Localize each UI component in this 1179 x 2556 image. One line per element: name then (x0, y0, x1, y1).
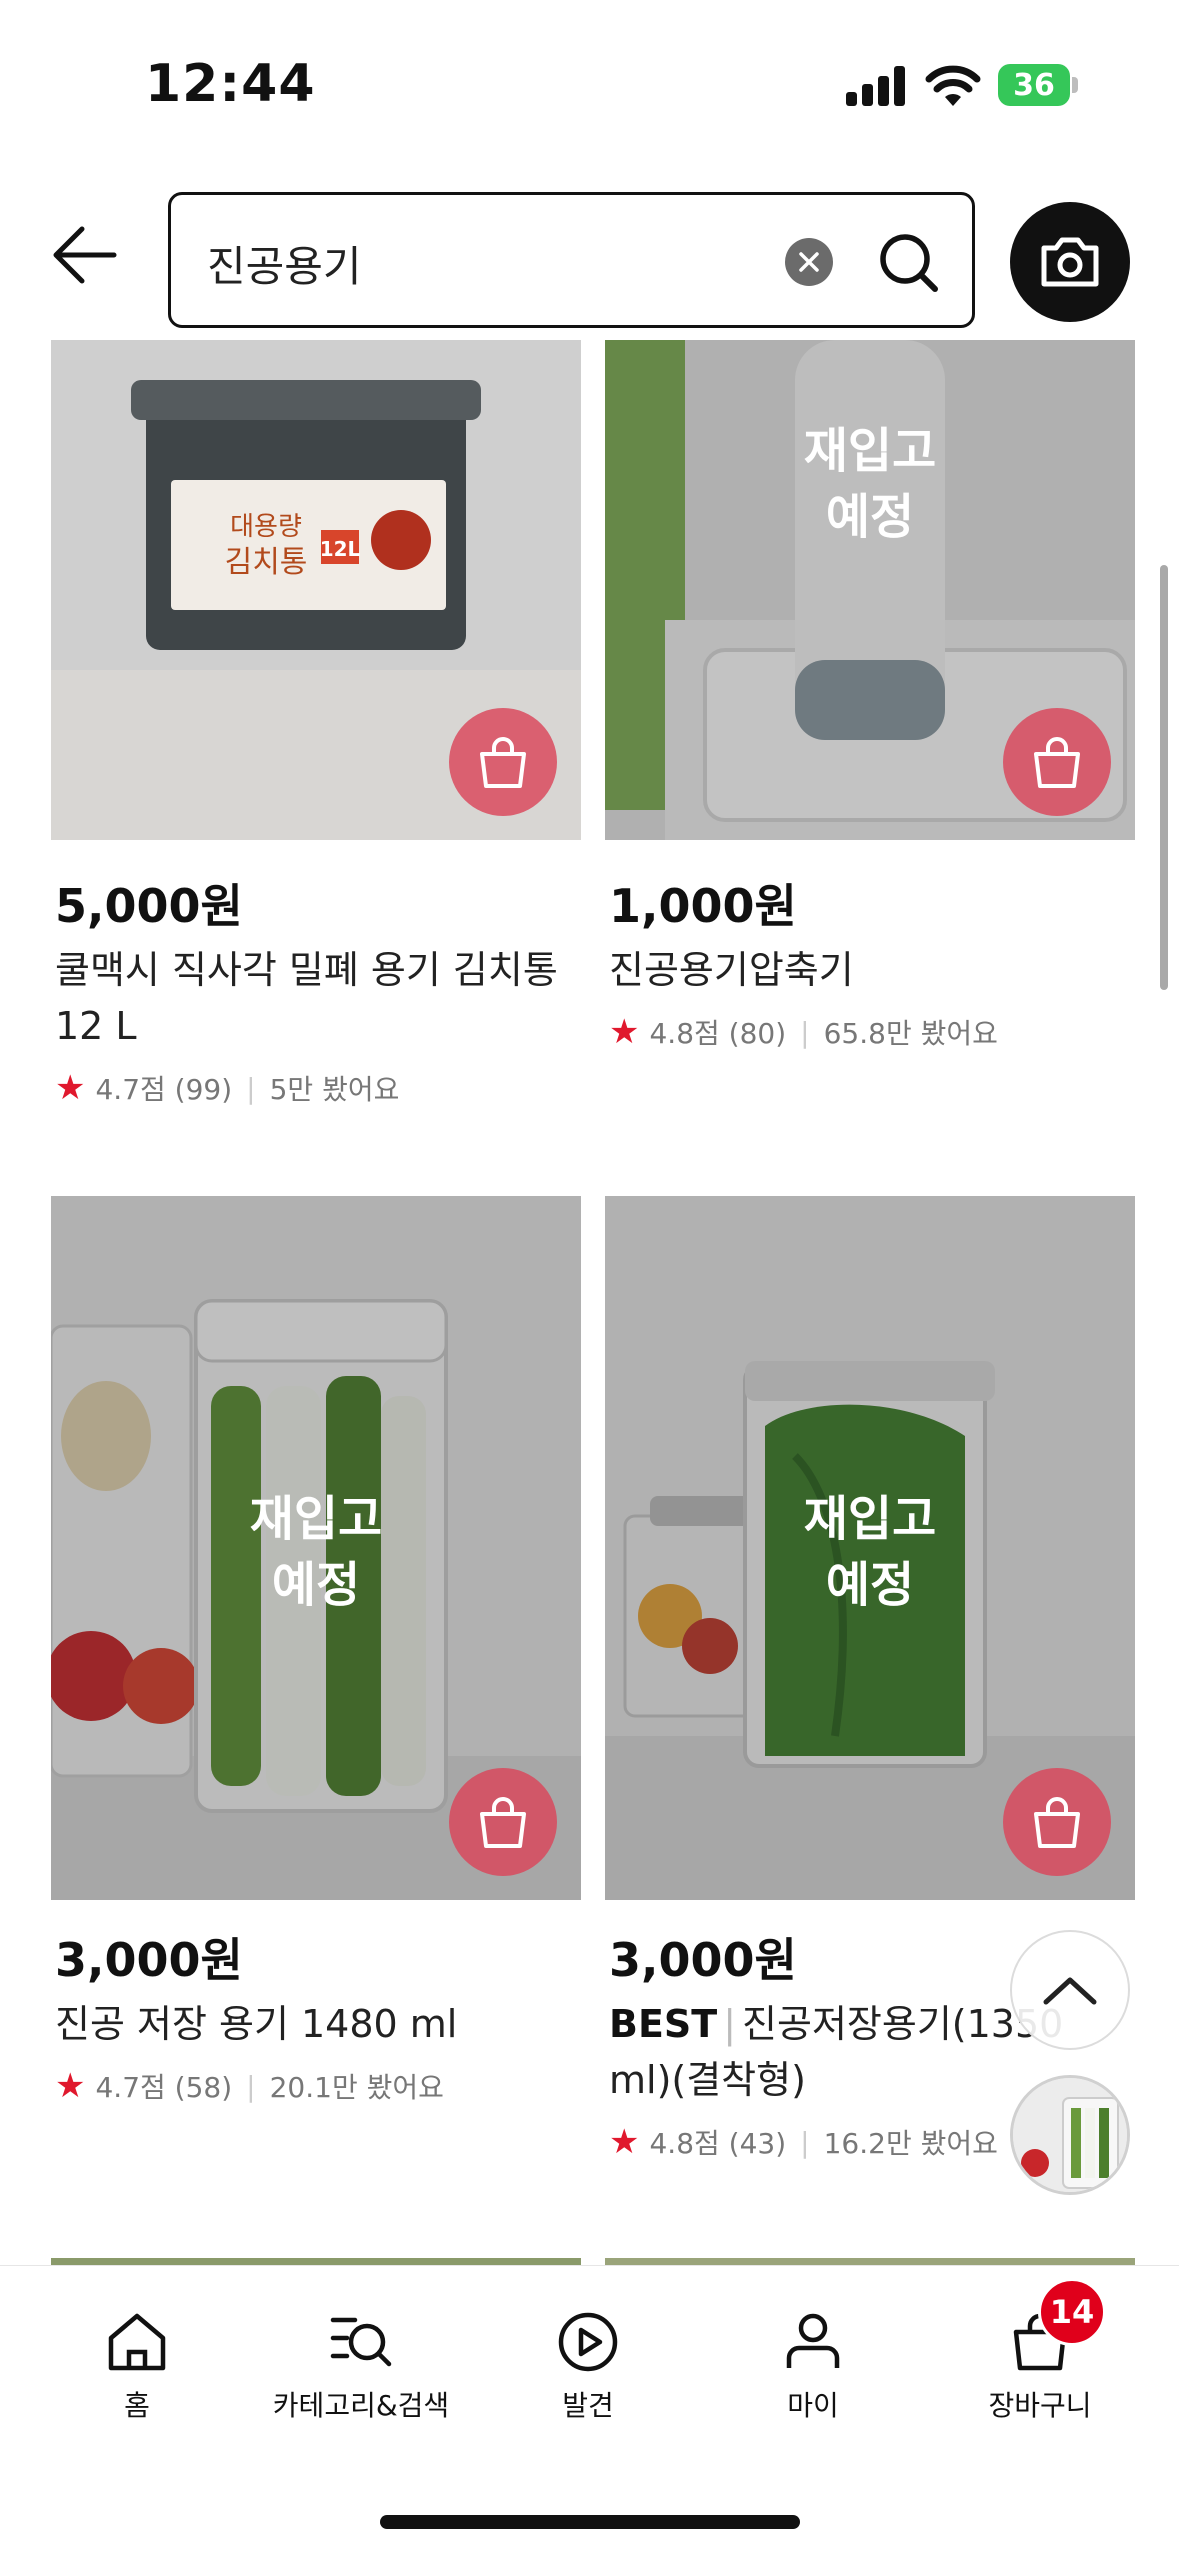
product-image[interactable]: 재입고 예정 (605, 340, 1135, 840)
status-bar: 12:44 36 (0, 0, 1179, 170)
battery-icon: 36 (998, 64, 1078, 106)
star-icon: ★ (609, 1012, 640, 1052)
nav-label: 홈 (124, 2389, 150, 2422)
star-icon: ★ (609, 2122, 640, 2162)
person-icon (786, 2313, 840, 2368)
product-views: 65.8만 봤어요 (823, 1017, 998, 1050)
product-views: 16.2만 봤어요 (823, 2127, 998, 2160)
product-rating: 4.8점 (80) (649, 1017, 787, 1050)
best-badge: BEST (609, 2002, 718, 2046)
arrow-left-icon (53, 226, 117, 284)
scrollbar[interactable] (1160, 565, 1168, 990)
product-image[interactable]: 대용량 김치통 12L (51, 340, 581, 840)
nav-label: 마이 (787, 2389, 839, 2422)
star-icon: ★ (55, 2066, 86, 2106)
product-price: 3,000원 (609, 1933, 797, 1987)
product-card[interactable]: 재입고 예정 3,000원 진공 저장 용기 1480 ml ★ 4.7점 (5… (51, 1196, 581, 2106)
product-meta: ★ 4.8점 (80) | 65.8만 봤어요 (609, 1012, 998, 1052)
search-icon (880, 234, 938, 292)
shopping-bag-icon (1034, 1797, 1080, 1848)
product-rating: 4.7점 (58) (95, 2071, 233, 2104)
nav-my[interactable]: 마이 (703, 2306, 923, 2424)
clear-search-button[interactable] (785, 238, 833, 286)
product-image[interactable]: 재입고 예정 (605, 1196, 1135, 1900)
search-input[interactable]: 진공용기 (168, 192, 975, 328)
bottom-navigation: 홈 카테고리&검색 발견 마이 장바구니 (0, 2265, 1179, 2556)
product-meta: ★ 4.7점 (58) | 20.1만 봤어요 (55, 2066, 444, 2106)
product-price: 3,000원 (55, 1933, 243, 1987)
recent-viewed-thumbnail[interactable] (1010, 2075, 1130, 2195)
product-views: 20.1만 봤어요 (269, 2071, 444, 2104)
cellular-signal-icon (846, 66, 906, 106)
nav-home[interactable]: 홈 (27, 2306, 247, 2424)
home-icon (108, 2313, 166, 2371)
product-rating: 4.8점 (43) (649, 2127, 787, 2160)
category-search-icon (330, 2317, 392, 2367)
product-price: 1,000원 (609, 879, 797, 933)
star-icon: ★ (55, 1068, 86, 1108)
product-meta: ★ 4.7점 (99) | 5만 봤어요 (55, 1068, 399, 1108)
cart-count-badge: 14 (1038, 2278, 1106, 2346)
scroll-to-top-button[interactable] (1010, 1930, 1130, 2050)
back-button[interactable] (40, 215, 130, 295)
chevron-up-icon (1043, 1977, 1097, 2005)
status-time: 12:44 (145, 54, 316, 114)
recent-product-image (1013, 2078, 1127, 2192)
camera-search-button[interactable] (1010, 202, 1130, 322)
restock-label: 재입고 예정 (249, 1491, 383, 1613)
add-to-cart-button[interactable] (449, 1768, 557, 1876)
divider: | (800, 2125, 810, 2159)
add-to-cart-button[interactable] (1003, 708, 1111, 816)
product-name[interactable]: 진공용기압축기 (609, 942, 1169, 998)
battery-level: 36 (998, 64, 1070, 106)
add-to-cart-button[interactable] (1003, 1768, 1111, 1876)
product-name[interactable]: 진공 저장 용기 1480 ml (55, 1996, 615, 2052)
kimchi-label-size: 12L (320, 537, 361, 561)
shopping-bag-icon (480, 1797, 526, 1848)
divider: | (246, 1071, 256, 1105)
search-query-text[interactable]: 진공용기 (207, 233, 362, 294)
nav-label: 발견 (562, 2389, 614, 2422)
nav-discover[interactable]: 발견 (478, 2306, 698, 2424)
nav-label: 카테고리&검색 (272, 2389, 450, 2422)
restock-label: 재입고 예정 (803, 423, 937, 545)
divider: | (800, 1015, 810, 1049)
product-name[interactable]: 쿨맥시 직사각 밀폐 용기 김치통 12 L (55, 942, 615, 1054)
divider: | (246, 2069, 256, 2103)
product-card[interactable]: 재입고 예정 1,000원 진공용기압축기 ★ 4.8점 (80) | 65.8… (605, 340, 1135, 1130)
add-to-cart-button[interactable] (449, 708, 557, 816)
camera-icon (1041, 237, 1099, 287)
home-indicator[interactable] (380, 2515, 800, 2529)
divider: | (723, 2002, 737, 2046)
product-rating: 4.7점 (99) (95, 1073, 233, 1106)
nav-category-search[interactable]: 카테고리&검색 (251, 2306, 471, 2424)
product-card[interactable]: 대용량 김치통 12L 5,000원 쿨맥시 직사각 밀폐 용기 김치통 12 … (51, 340, 581, 1130)
restock-label: 재입고 예정 (803, 1491, 937, 1613)
play-discover-icon (558, 2312, 618, 2372)
nav-label: 장바구니 (988, 2389, 1092, 2422)
search-header: 진공용기 (0, 170, 1179, 340)
search-button[interactable] (871, 225, 947, 301)
product-views: 5만 봤어요 (269, 1073, 400, 1106)
shopping-bag-icon (1034, 737, 1080, 788)
product-image[interactable]: 재입고 예정 (51, 1196, 581, 1900)
close-icon (799, 252, 819, 272)
wifi-icon (925, 65, 981, 106)
kimchi-label-line2: 김치통 (225, 545, 308, 580)
shopping-bag-icon (480, 737, 526, 788)
product-price: 5,000원 (55, 879, 243, 933)
product-meta: ★ 4.8점 (43) | 16.2만 봤어요 (609, 2122, 998, 2162)
kimchi-label-line1: 대용량 (230, 512, 302, 542)
